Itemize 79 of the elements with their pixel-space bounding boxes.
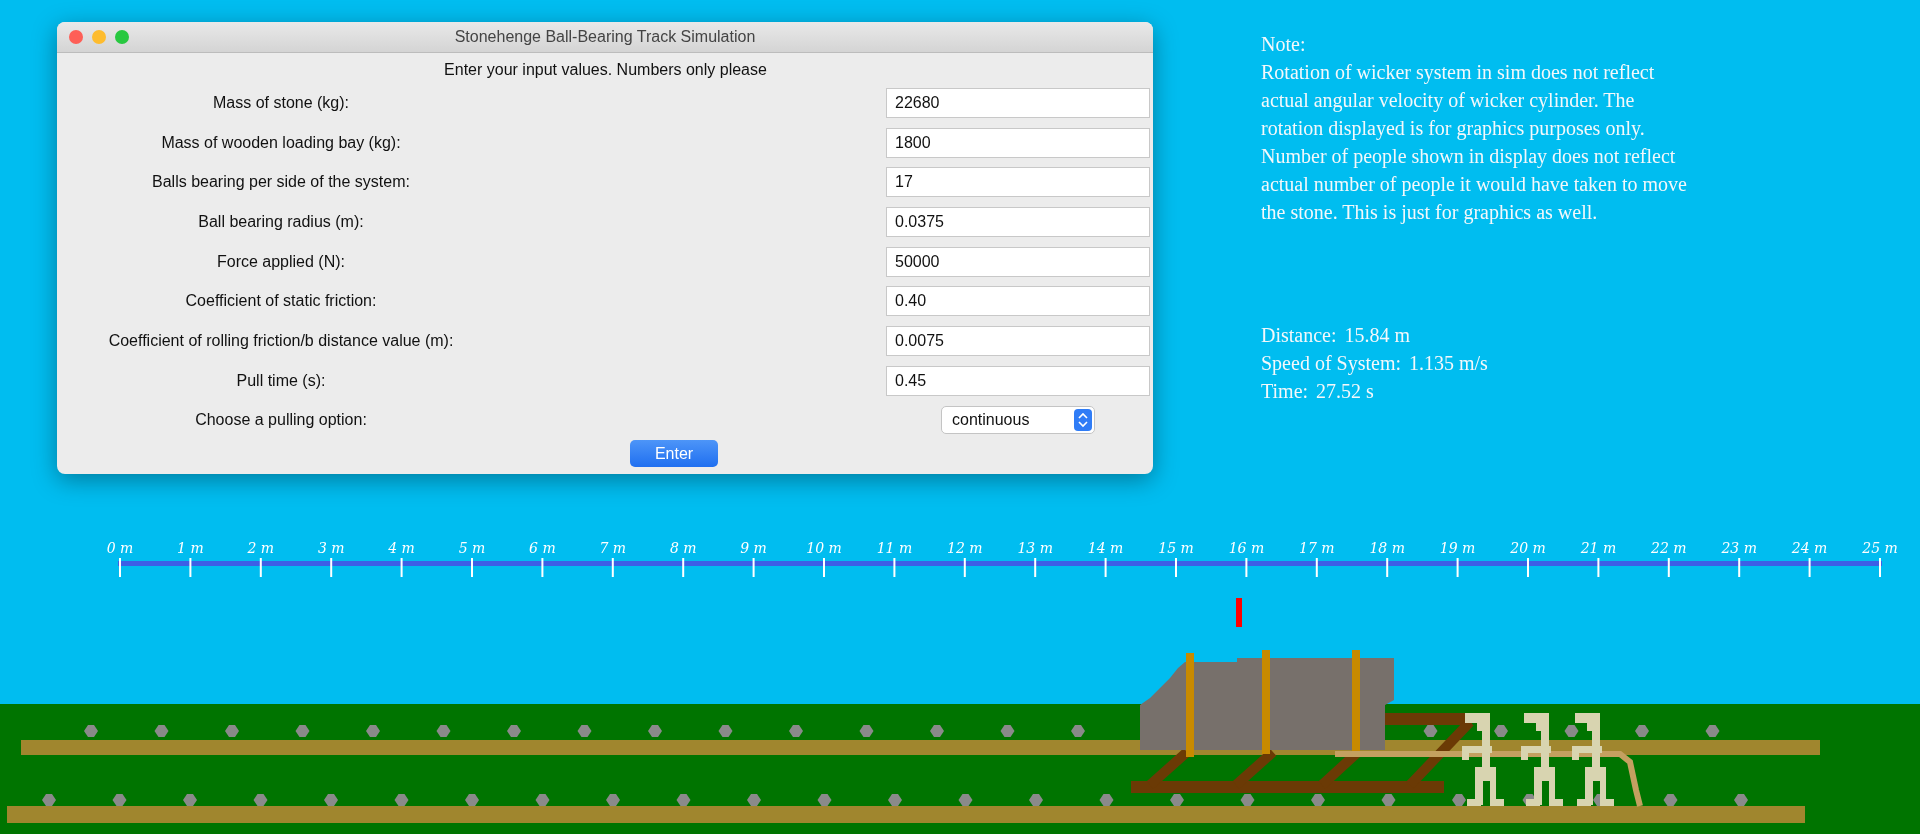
- field-label: Coefficient of static friction:: [184, 292, 378, 311]
- enter-button[interactable]: Enter: [630, 440, 718, 468]
- ruler-label: 9 m: [740, 540, 767, 556]
- ruler-label: 14 m: [1087, 540, 1124, 556]
- ruler-label: 7 m: [599, 540, 627, 556]
- ruler-label: 8 m: [669, 540, 697, 556]
- field-label: Choose a pulling option:: [194, 411, 368, 430]
- input-field[interactable]: 17: [886, 167, 1150, 198]
- ball-bearing: [577, 725, 592, 737]
- field-label: Coefficient of rolling friction/b distance value (m):: [107, 331, 455, 350]
- stat-value: 27.52 s: [1316, 379, 1374, 404]
- input-field[interactable]: 0.40: [886, 286, 1150, 317]
- stat-value: 1.135 m/s: [1409, 351, 1488, 376]
- ball-bearing: [1705, 725, 1720, 737]
- stat-label: Speed of System:: [1261, 351, 1401, 377]
- ball-bearing: [1071, 725, 1085, 737]
- ball-bearing: [1494, 725, 1508, 737]
- zoom-icon[interactable]: [115, 30, 129, 44]
- ball-bearing: [648, 725, 662, 737]
- ball-bearing: [84, 725, 98, 737]
- ball-bearing: [1635, 725, 1649, 737]
- ball-bearing: [507, 725, 521, 737]
- ball-bearing: [366, 725, 380, 737]
- ball-bearing: [859, 725, 874, 737]
- input-field[interactable]: 0.0075: [886, 325, 1150, 356]
- ruler-label: 2 m: [247, 540, 275, 556]
- field-label: Mass of stone (kg):: [211, 93, 350, 112]
- ruler-label: 10 m: [806, 540, 842, 556]
- ruler-label: 12 m: [947, 540, 983, 556]
- field-label: Mass of wooden loading bay (kg):: [160, 133, 402, 152]
- ball-bearing: [295, 725, 310, 737]
- ruler-label: 20 m: [1510, 540, 1546, 556]
- field-label: Balls bearing per side of the system:: [151, 173, 411, 192]
- input-field[interactable]: 50000: [886, 246, 1150, 277]
- ruler-label: 15 m: [1158, 540, 1194, 556]
- field-label: Ball bearing radius (m):: [197, 212, 365, 231]
- stat-label: Distance:: [1261, 323, 1337, 348]
- ball-bearing: [225, 725, 239, 737]
- ruler-label: 1 m: [177, 540, 204, 556]
- ruler-label: 0 m: [106, 540, 134, 556]
- ball-bearing: [789, 725, 803, 737]
- ball-bearing: [1564, 725, 1579, 737]
- input-field[interactable]: 22680: [886, 87, 1150, 118]
- updown-chevron-icon: [1074, 409, 1092, 432]
- ball-bearing: [718, 725, 733, 737]
- note-title: Note:: [1261, 32, 1307, 57]
- ruler-label: 6 m: [529, 540, 556, 556]
- ruler-label: 24 m: [1791, 540, 1828, 556]
- ruler-label: 3 m: [317, 540, 345, 556]
- ruler-label: 23 m: [1721, 540, 1757, 556]
- ruler-label: 16 m: [1228, 540, 1265, 556]
- instruction-text: Enter your input values. Numbers only please: [443, 60, 768, 80]
- input-field[interactable]: 1800: [886, 127, 1150, 158]
- field-label: Pull time (s):: [235, 371, 327, 390]
- ball-bearing: [930, 725, 944, 737]
- note-paragraph: Rotation of wicker system in sim does not reflect actual angular velocity of wicker cylinder. The rotation displayed is for graphics purposes only. Number of people shown in display does not reflect actual number of people it would have taken to move the stone. This is just for graphics as well.: [1261, 60, 1687, 226]
- input-field[interactable]: 0.45: [886, 365, 1150, 396]
- stat-label: Time:: [1261, 379, 1309, 404]
- input-field[interactable]: 0.0375: [886, 206, 1150, 237]
- ruler-label: 18 m: [1369, 540, 1405, 556]
- dropdown[interactable]: continuous: [941, 406, 1095, 435]
- ball-bearing: [154, 725, 169, 737]
- ruler-label: 17 m: [1299, 540, 1335, 556]
- position-marker: [1236, 598, 1242, 627]
- ruler-label: 19 m: [1439, 540, 1476, 556]
- ruler-label: 11 m: [876, 540, 913, 556]
- minimize-icon[interactable]: [92, 30, 106, 44]
- window-title: Stonehenge Ball-Bearing Track Simulation: [454, 28, 756, 46]
- ball-bearing: [1000, 725, 1015, 737]
- ball-bearing: [436, 725, 451, 737]
- field-label: Force applied (N):: [215, 252, 346, 271]
- ruler-label: 4 m: [388, 540, 415, 556]
- ruler-label: 21 m: [1580, 540, 1617, 556]
- stat-value: 15.84 m: [1344, 323, 1411, 348]
- ruler-label: 5 m: [458, 540, 486, 556]
- ruler-label: 22 m: [1651, 540, 1687, 556]
- close-icon[interactable]: [69, 30, 83, 44]
- ruler-label: 25 m: [1862, 540, 1898, 556]
- ruler-label: 13 m: [1017, 540, 1053, 556]
